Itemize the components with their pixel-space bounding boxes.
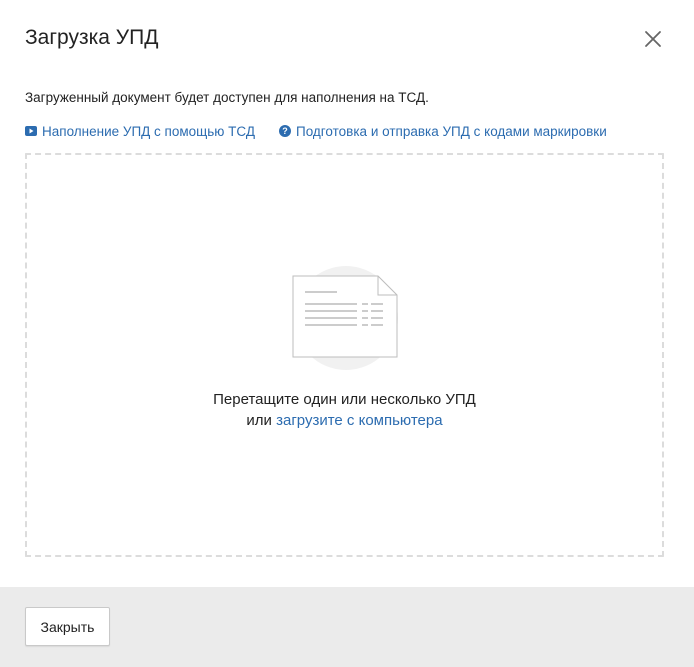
help-circle-icon: ? — [279, 125, 292, 137]
tsd-filling-link[interactable]: Наполнение УПД с помощью ТСД — [25, 124, 255, 139]
upload-from-computer-link[interactable]: загрузите с компьютера — [276, 412, 442, 429]
upload-upd-dialog: Загрузка УПД Загруженный документ будет … — [0, 0, 694, 667]
help-links: Наполнение УПД с помощью ТСД ? Подготовк… — [25, 121, 607, 141]
dropzone-instruction: Перетащите один или несколько УПД — [213, 391, 476, 408]
close-button[interactable]: Закрыть — [25, 607, 110, 646]
svg-text:?: ? — [282, 126, 288, 136]
dialog-description: Загруженный документ будет доступен для … — [25, 90, 429, 105]
marking-codes-link[interactable]: ? Подготовка и отправка УПД с кодами мар… — [279, 124, 607, 139]
dialog-footer: Закрыть — [0, 587, 694, 667]
file-dropzone[interactable]: Перетащите один или несколько УПД или за… — [25, 153, 664, 557]
document-illustration-icon — [291, 263, 401, 373]
marking-codes-link-label: Подготовка и отправка УПД с кодами марки… — [296, 123, 607, 139]
dropzone-upload-line: или загрузите с компьютера — [27, 410, 662, 431]
dropzone-text: Перетащите один или несколько УПД или за… — [27, 389, 662, 431]
tsd-filling-link-label: Наполнение УПД с помощью ТСД — [42, 123, 256, 139]
dialog-title: Загрузка УПД — [25, 26, 159, 49]
close-icon[interactable] — [641, 27, 665, 51]
video-play-icon — [25, 125, 37, 137]
dropzone-or-text: или — [246, 412, 277, 429]
